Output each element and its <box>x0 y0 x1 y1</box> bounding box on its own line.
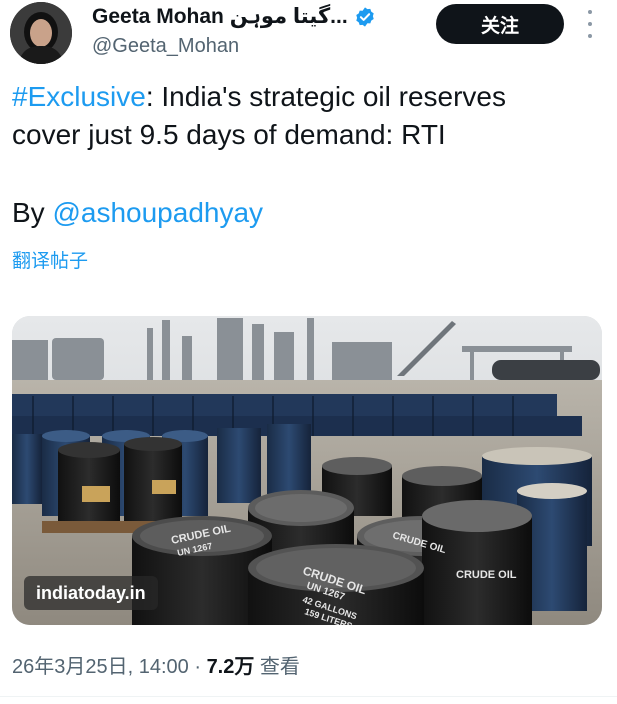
hashtag-link[interactable]: #Exclusive <box>12 81 146 112</box>
tweet-byline: By @ashoupadhyay <box>12 194 263 232</box>
tweet-header: Geeta Mohan گیتا موہن... @Geeta_Mohan 关注 <box>0 0 617 72</box>
views-label: 查看 <box>254 656 300 678</box>
tweet-meta: 26年3月25日, 14:00 · 7.2万 查看 <box>12 650 300 679</box>
author-handle[interactable]: @Geeta_Mohan <box>92 35 239 58</box>
follow-button[interactable]: 关注 <box>436 4 564 44</box>
tweet-timestamp[interactable]: 26年3月25日, 14:00 <box>12 656 189 678</box>
tweet-text: #Exclusive: India's strategic oil reserv… <box>12 78 607 154</box>
author-display-name[interactable]: Geeta Mohan گیتا موہن... <box>92 4 348 29</box>
views-count: 7.2万 <box>206 656 255 678</box>
divider <box>0 696 617 697</box>
barrel-label-8: CRUDE OIL <box>456 569 517 581</box>
translate-post-link[interactable]: 翻译帖子 <box>12 246 88 273</box>
more-options-icon[interactable] <box>584 10 596 38</box>
tweet-text-line1: : India's strategic oil reserves <box>145 81 507 112</box>
media-watermark: indiatoday.in <box>24 576 158 610</box>
tweet-text-line2: cover just 9.5 days of demand: RTI <box>12 119 446 150</box>
author-avatar[interactable] <box>10 2 72 64</box>
meta-separator: · <box>188 656 207 678</box>
mention-link[interactable]: @ashoupadhyay <box>52 197 263 228</box>
byline-prefix: By <box>12 197 53 228</box>
verified-badge-icon <box>355 6 374 27</box>
avatar-image <box>10 2 72 64</box>
